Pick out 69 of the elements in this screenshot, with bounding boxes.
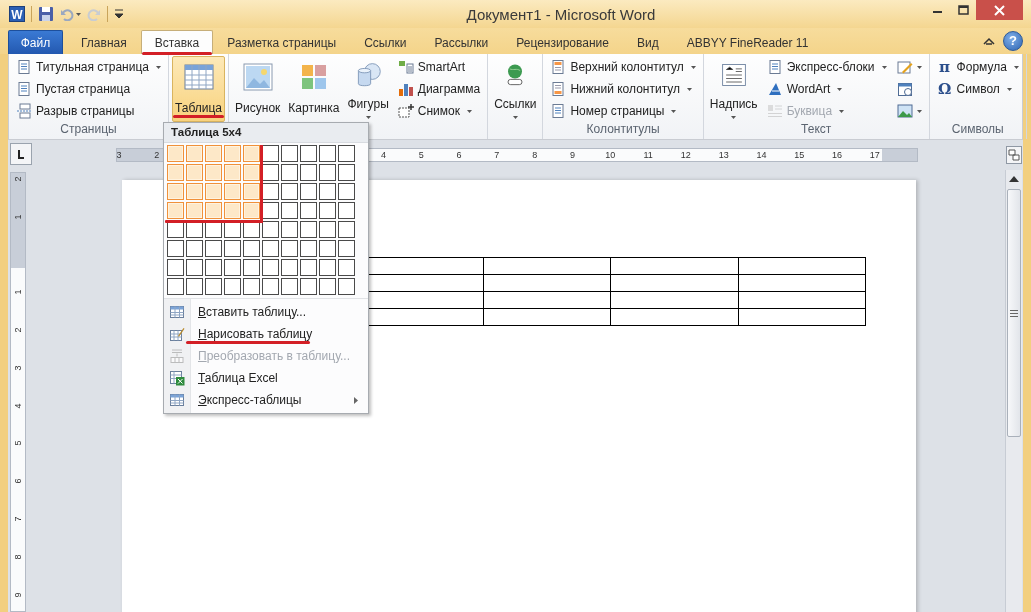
- ruler-number: 13: [718, 150, 729, 160]
- ribbon-button[interactable]: SmartArt: [393, 56, 485, 78]
- ruler-number: 5: [418, 150, 424, 160]
- ribbon-tab[interactable]: Вставка: [140, 30, 214, 54]
- ruler-number: 6: [456, 150, 462, 160]
- ribbon-button[interactable]: Ссылки: [491, 56, 540, 122]
- group-label: Символы: [950, 122, 1005, 138]
- vertical-ruler[interactable]: 2 1 1 2 3 4 5 6 7 8 9: [10, 172, 26, 612]
- ruler-number: 7: [13, 516, 23, 522]
- ruler-number: 9: [13, 592, 23, 598]
- ribbon-button[interactable]: WordArt: [762, 78, 891, 100]
- group-label: Страницы: [59, 122, 118, 138]
- ruler-number: 9: [569, 150, 575, 160]
- menu-item[interactable]: Таблица Excel: [164, 367, 368, 389]
- ribbon-button[interactable]: π Формула: [932, 56, 1023, 78]
- ruler-number: 17: [869, 150, 880, 160]
- ribbon-button[interactable]: Рисунок: [232, 56, 284, 122]
- ribbon-button[interactable]: Номер страницы: [546, 100, 700, 122]
- symbol-glyph: π: [938, 58, 952, 76]
- group-label: Текст: [800, 122, 833, 138]
- ribbon-button[interactable]: Экспресс-блоки: [762, 56, 891, 78]
- ribbon-button[interactable]: Разрыв страницы: [12, 100, 165, 122]
- ribbon-button[interactable]: Нижний колонтитул: [546, 78, 700, 100]
- menu-item[interactable]: Нарисовать таблицу: [164, 323, 368, 345]
- ribbon-button[interactable]: Надпись: [706, 56, 761, 122]
- ruler-number: 14: [756, 150, 767, 160]
- window-title: Документ1 - Microsoft Word: [465, 5, 657, 23]
- file-tab[interactable]: Файл: [8, 30, 63, 54]
- ribbon-button[interactable]: Ω Символ: [932, 78, 1023, 100]
- menu-header: Таблица 5x4: [164, 123, 368, 143]
- ribbon-tab[interactable]: Разметка страницы: [213, 30, 351, 54]
- ribbon-button[interactable]: Снимок: [393, 100, 485, 122]
- app-logo: W: [9, 6, 25, 22]
- ribbon-tab[interactable]: Ссылки: [350, 30, 421, 54]
- ruler-number: 3: [13, 365, 23, 371]
- ruler-number: 7: [494, 150, 500, 160]
- ribbon-tab[interactable]: Рассылки: [420, 30, 503, 54]
- menu-item[interactable]: Экспресс-таблицы: [164, 389, 368, 411]
- ribbon-button[interactable]: Фигуры: [344, 56, 392, 122]
- group-label: Колонтитулы: [585, 122, 661, 138]
- ruler-number: 8: [13, 554, 23, 560]
- ribbon-button[interactable]: Диаграмма: [393, 78, 485, 100]
- ruler-number: 12: [680, 150, 691, 160]
- ribbon-button[interactable]: Пустая страница: [12, 78, 165, 100]
- ruler-number: 4: [380, 150, 386, 160]
- ribbon-tab[interactable]: Главная: [67, 30, 141, 54]
- ruler-number: 10: [605, 150, 616, 160]
- ribbon-button[interactable]: Картинка: [285, 56, 343, 122]
- ribbon-button[interactable]: Таблица: [172, 56, 226, 122]
- ruler-number: 11: [643, 150, 653, 160]
- ruler-number: 2: [13, 176, 23, 182]
- ruler-number: 3: [117, 150, 122, 160]
- ruler-number: 16: [832, 150, 843, 160]
- ruler-number: 4: [13, 403, 23, 409]
- symbol-glyph: Ω: [936, 80, 953, 98]
- ribbon-tab[interactable]: Рецензирование: [502, 30, 623, 54]
- ruler-number: 2: [13, 327, 23, 333]
- ribbon-button[interactable]: Титульная страница: [12, 56, 165, 78]
- ruler-number: 1: [13, 289, 23, 295]
- ribbon-tab[interactable]: ABBYY FineReader 11: [672, 30, 823, 54]
- ruler-number: 5: [13, 440, 23, 446]
- ruler-number: 8: [532, 150, 538, 160]
- ruler-number: 2: [154, 150, 160, 160]
- ruler-number: 15: [794, 150, 805, 160]
- ribbon-button[interactable]: Верхний колонтитул: [546, 56, 700, 78]
- ruler-number: 6: [13, 478, 23, 484]
- ribbon-tab[interactable]: Вид: [622, 30, 673, 54]
- menu-item[interactable]: Вставить таблицу...: [164, 301, 368, 323]
- ruler-number: 1: [13, 214, 23, 220]
